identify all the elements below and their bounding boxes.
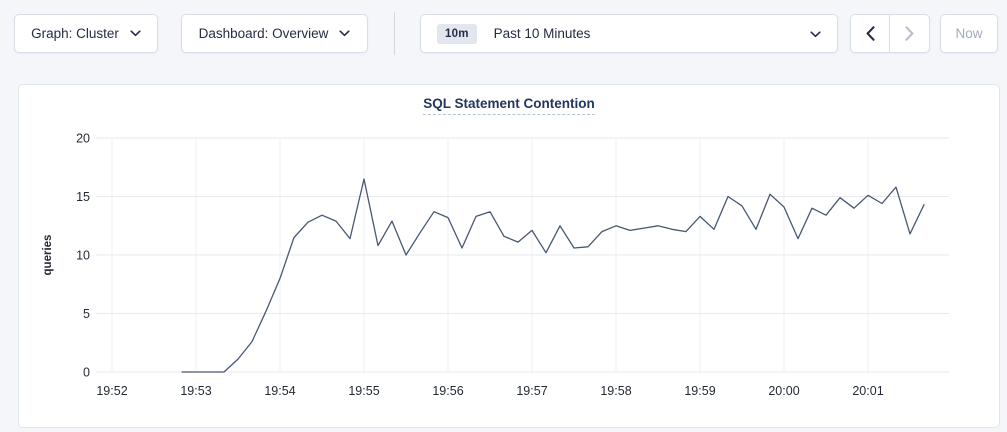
metrics-toolbar: Graph: Cluster Dashboard: Overview 10m P… <box>0 0 1007 70</box>
x-tick-label: 20:00 <box>768 384 799 398</box>
queries-series-line <box>182 179 924 372</box>
y-tick-label: 0 <box>83 366 90 380</box>
x-tick-label: 19:53 <box>180 384 211 398</box>
x-tick-label: 19:57 <box>516 384 547 398</box>
x-tick-label: 19:54 <box>264 384 295 398</box>
time-step-button-group <box>850 14 930 53</box>
chart-title[interactable]: SQL Statement Contention <box>423 96 595 115</box>
graph-dropdown-label: Graph: Cluster <box>31 26 119 41</box>
y-tick-label: 10 <box>76 249 90 263</box>
x-tick-label: 19:52 <box>96 384 127 398</box>
x-tick-label: 19:59 <box>684 384 715 398</box>
time-range-label: Past 10 Minutes <box>494 26 591 41</box>
chevron-right-icon <box>905 26 914 41</box>
x-tick-label: 19:58 <box>600 384 631 398</box>
graph-dropdown[interactable]: Graph: Cluster <box>14 14 158 53</box>
dashboard-dropdown[interactable]: Dashboard: Overview <box>181 14 368 53</box>
time-prev-button[interactable] <box>851 15 890 52</box>
chart-title-row: SQL Statement Contention <box>19 96 999 115</box>
chevron-left-icon <box>866 26 875 41</box>
chevron-down-icon <box>810 31 821 38</box>
chevron-down-icon <box>339 30 350 37</box>
now-button[interactable]: Now <box>940 14 998 53</box>
y-tick-label: 5 <box>83 307 90 321</box>
toolbar-divider <box>394 12 395 55</box>
x-tick-label: 19:56 <box>432 384 463 398</box>
y-axis-label: queries <box>42 235 54 276</box>
chart-card: SQL Statement Contention 19:52 19:53 19:54… <box>18 84 1000 428</box>
x-tick-label: 19:55 <box>348 384 379 398</box>
x-tick-label: 20:01 <box>852 384 883 398</box>
y-tick-label: 20 <box>76 132 90 146</box>
time-range-selector[interactable]: 10m Past 10 Minutes <box>420 14 838 53</box>
chevron-down-icon <box>130 30 141 37</box>
time-range-badge: 10m <box>437 24 477 44</box>
now-button-label: Now <box>955 26 982 41</box>
time-next-button[interactable] <box>890 15 929 52</box>
sql-statement-contention-chart[interactable]: 19:52 19:53 19:54 19:55 19:56 19:57 19:58 19:59… <box>19 85 1001 429</box>
y-tick-label: 15 <box>76 190 90 204</box>
dashboard-dropdown-label: Dashboard: Overview <box>199 26 329 41</box>
